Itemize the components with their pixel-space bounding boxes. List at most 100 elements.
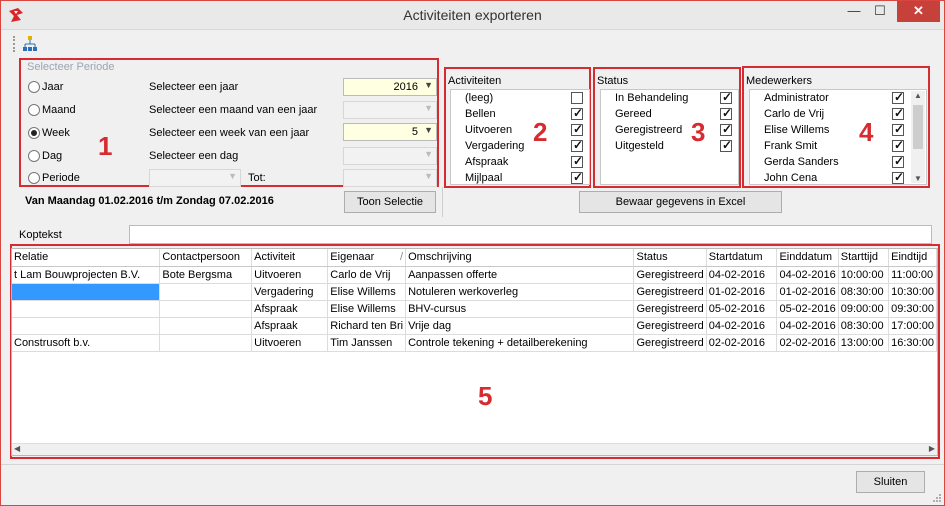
activiteiten-item[interactable]: Uitvoeren: [451, 122, 589, 139]
table-cell[interactable]: Elise Willems: [327, 283, 407, 301]
medewerkers-item[interactable]: Administrator: [750, 90, 910, 107]
koptekst-input[interactable]: [129, 225, 932, 244]
minimize-button[interactable]: —: [840, 1, 868, 22]
grid-horizontal-scrollbar[interactable]: ◀ ▶: [12, 443, 937, 455]
table-cell[interactable]: 10:00:00: [838, 266, 890, 284]
status-item[interactable]: Geregistreerd: [601, 122, 738, 139]
jaar-select[interactable]: 2016 ▼: [343, 78, 437, 96]
status-item[interactable]: Gereed: [601, 106, 738, 123]
radio-week[interactable]: [28, 127, 40, 139]
checkbox[interactable]: [720, 122, 732, 136]
radio-maand[interactable]: [28, 104, 40, 116]
scroll-down-icon[interactable]: ▼: [914, 174, 922, 183]
table-cell[interactable]: 17:00:00: [888, 317, 937, 335]
table-cell[interactable]: Geregistreerd: [633, 300, 707, 318]
table-cell[interactable]: Afspraak: [251, 317, 329, 335]
medewerkers-item[interactable]: Gerda Sanders: [750, 154, 910, 171]
scroll-up-icon[interactable]: ▲: [914, 91, 922, 100]
checkbox[interactable]: [571, 170, 583, 184]
scroll-left-icon[interactable]: ◀: [14, 444, 20, 453]
radio-dag[interactable]: [28, 150, 40, 162]
col-header-omschrijving[interactable]: Omschrijving: [405, 249, 635, 267]
radio-jaar[interactable]: [28, 81, 40, 93]
table-row[interactable]: Construsoft b.v. Uitvoeren Tim Janssen Cont…: [12, 334, 937, 352]
table-cell[interactable]: Tim Janssen: [327, 334, 407, 352]
table-cell[interactable]: 05-02-2016: [706, 300, 778, 318]
checkbox[interactable]: [571, 122, 583, 136]
table-cell[interactable]: 04-02-2016: [776, 266, 839, 284]
activiteiten-item[interactable]: Afspraak: [451, 154, 589, 171]
table-cell[interactable]: [12, 283, 161, 301]
table-cell[interactable]: Bote Bergsma: [159, 266, 253, 284]
table-cell[interactable]: Elise Willems: [327, 300, 407, 318]
toon-selectie-button[interactable]: Toon Selectie: [344, 191, 436, 213]
medewerkers-item[interactable]: Frank Smit: [750, 138, 910, 155]
table-cell[interactable]: 08:30:00: [838, 283, 890, 301]
col-header-eindtijd[interactable]: Eindtijd: [888, 249, 937, 267]
table-cell[interactable]: 01-02-2016: [706, 283, 778, 301]
table-cell[interactable]: 04-02-2016: [706, 266, 778, 284]
checkbox[interactable]: [892, 154, 904, 168]
table-cell[interactable]: 05-02-2016: [776, 300, 839, 318]
table-cell[interactable]: Vrije dag: [405, 317, 635, 335]
checkbox[interactable]: [720, 138, 732, 152]
table-cell[interactable]: 02-02-2016: [706, 334, 778, 352]
status-item[interactable]: Uitgesteld: [601, 138, 738, 155]
col-header-relatie[interactable]: Relatie: [12, 249, 161, 267]
table-cell[interactable]: 10:30:00: [888, 283, 937, 301]
medewerkers-item[interactable]: Elise Willems: [750, 122, 910, 139]
toolbar-grip[interactable]: [13, 36, 15, 52]
bewaar-excel-button[interactable]: Bewaar gegevens in Excel: [579, 191, 782, 213]
table-cell[interactable]: t Lam Bouwprojecten B.V.: [12, 266, 161, 284]
table-cell[interactable]: [159, 334, 253, 352]
col-header-einddatum[interactable]: Einddatum: [776, 249, 839, 267]
medewerkers-scrollbar[interactable]: ▲ ▼: [911, 91, 925, 183]
table-cell[interactable]: Geregistreerd: [633, 266, 707, 284]
table-cell[interactable]: 09:00:00: [838, 300, 890, 318]
checkbox[interactable]: [571, 138, 583, 152]
table-cell[interactable]: [159, 300, 253, 318]
checkbox[interactable]: [571, 92, 583, 104]
status-item[interactable]: In Behandeling: [601, 90, 738, 107]
table-cell[interactable]: Geregistreerd: [633, 317, 707, 335]
scroll-right-icon[interactable]: ▶: [929, 444, 935, 453]
table-cell[interactable]: 09:30:00: [888, 300, 937, 318]
medewerkers-item[interactable]: John Cena: [750, 170, 910, 184]
table-cell[interactable]: Richard ten Bri: [327, 317, 407, 335]
table-cell[interactable]: Carlo de Vrij: [327, 266, 407, 284]
week-select[interactable]: 5 ▼: [343, 123, 437, 141]
table-cell[interactable]: [159, 283, 253, 301]
table-cell[interactable]: 01-02-2016: [776, 283, 839, 301]
table-cell[interactable]: 13:00:00: [838, 334, 890, 352]
table-cell[interactable]: Vergadering: [251, 283, 329, 301]
table-row[interactable]: Afspraak Elise Willems BHV-cursus Geregistr…: [12, 300, 937, 318]
resize-grip-icon[interactable]: [932, 493, 942, 503]
table-cell[interactable]: Construsoft b.v.: [12, 334, 161, 352]
checkbox[interactable]: [720, 90, 732, 104]
table-cell[interactable]: Uitvoeren: [251, 266, 329, 284]
maximize-button[interactable]: ☐: [866, 1, 894, 22]
table-row[interactable]: Afspraak Richard ten Bri Vrije dag Geregist…: [12, 317, 937, 335]
medewerkers-item[interactable]: Carlo de Vrij: [750, 106, 910, 123]
table-cell[interactable]: BHV-cursus: [405, 300, 635, 318]
table-cell[interactable]: [12, 300, 161, 318]
table-row[interactable]: t Lam Bouwprojecten B.V. Bote Bergsma Uitv…: [12, 266, 937, 284]
col-header-startdatum[interactable]: Startdatum: [706, 249, 778, 267]
table-cell[interactable]: Uitvoeren: [251, 334, 329, 352]
sluiten-button[interactable]: Sluiten: [856, 471, 925, 493]
table-cell[interactable]: 04-02-2016: [776, 317, 839, 335]
col-header-activiteit[interactable]: Activiteit: [251, 249, 329, 267]
checkbox[interactable]: [720, 106, 732, 120]
table-cell[interactable]: Afspraak: [251, 300, 329, 318]
col-header-contactpersoon[interactable]: Contactpersoon: [159, 249, 253, 267]
close-window-button[interactable]: ✕: [897, 1, 940, 22]
checkbox[interactable]: [892, 138, 904, 152]
col-header-eigenaar[interactable]: Eigenaar /: [327, 249, 407, 267]
activiteiten-item[interactable]: (leeg): [451, 91, 589, 107]
activiteiten-item[interactable]: Vergadering: [451, 138, 589, 155]
table-cell[interactable]: Notuleren werkoverleg: [405, 283, 635, 301]
checkbox[interactable]: [571, 154, 583, 168]
checkbox[interactable]: [892, 106, 904, 120]
activiteiten-item[interactable]: Mijlpaal: [451, 170, 589, 184]
table-cell[interactable]: 02-02-2016: [776, 334, 839, 352]
